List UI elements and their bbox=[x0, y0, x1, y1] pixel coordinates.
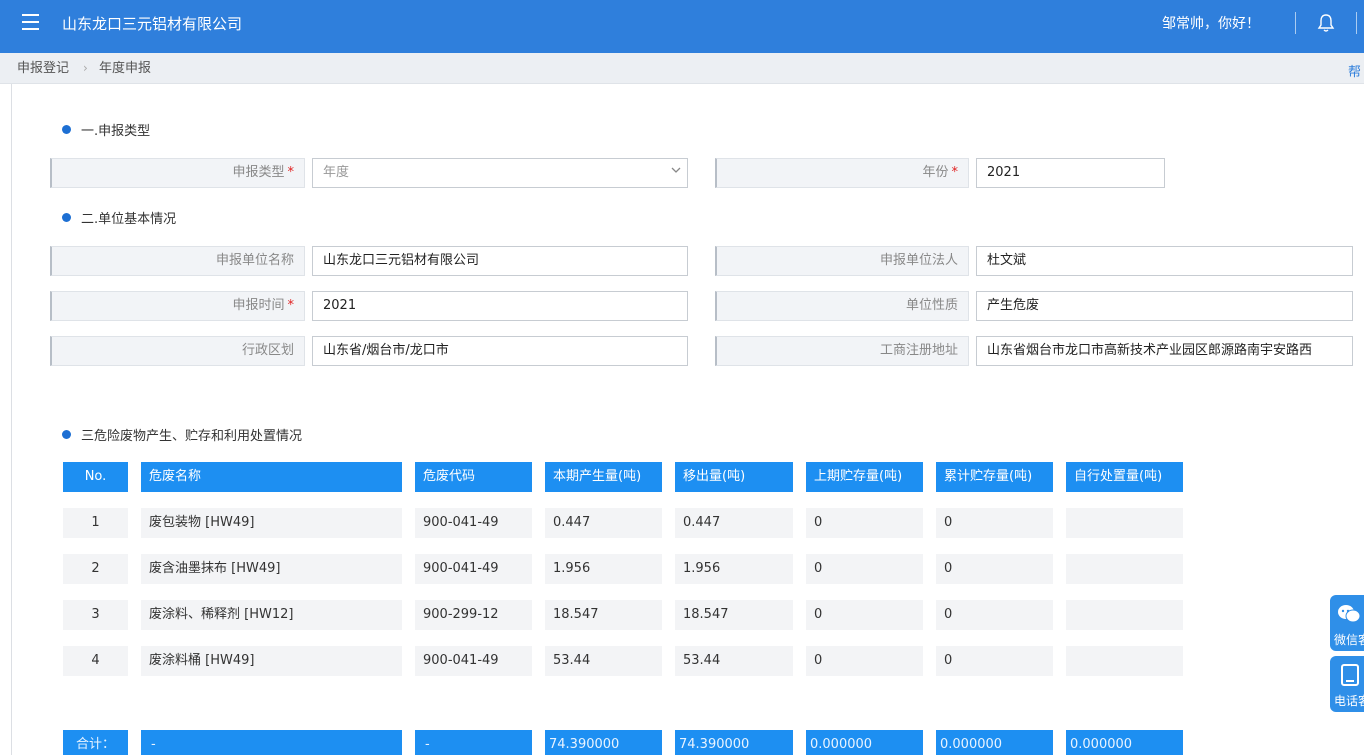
table-cell: 900-041-49 bbox=[415, 646, 532, 676]
app-title: 山东龙口三元铝材有限公司 bbox=[62, 15, 243, 33]
address-label: 工商注册地址 bbox=[715, 336, 969, 366]
table-cell: 900-041-49 bbox=[415, 554, 532, 584]
total-cell: 74.390000 bbox=[545, 730, 662, 755]
menu-icon[interactable] bbox=[22, 14, 42, 34]
table-cell: 0 bbox=[806, 508, 923, 538]
section-title-report-type: 一.申报类型 bbox=[62, 124, 150, 140]
top-bar: 山东龙口三元铝材有限公司 邹常帅，你好！ bbox=[0, 0, 1364, 53]
total-cell: 0.000000 bbox=[1066, 730, 1183, 755]
wechat-service-label: 微信客服 bbox=[1334, 633, 1364, 647]
table-cell: 废涂料、稀释剂 [HW12] bbox=[141, 600, 402, 630]
table-cell: 18.547 bbox=[545, 600, 662, 630]
col-header-produced: 本期产生量(吨) bbox=[545, 462, 662, 492]
legal-person-label: 申报单位法人 bbox=[715, 246, 969, 276]
col-header-name: 危废名称 bbox=[141, 462, 402, 492]
table-cell: 0 bbox=[936, 508, 1053, 538]
col-header-code: 危废代码 bbox=[415, 462, 532, 492]
bullet-icon bbox=[62, 430, 71, 439]
table-cell bbox=[1066, 600, 1183, 630]
table-cell: 1 bbox=[63, 508, 128, 538]
table-cell: 0 bbox=[936, 646, 1053, 676]
table-cell: 900-041-49 bbox=[415, 508, 532, 538]
breadcrumb-separator: › bbox=[83, 61, 88, 75]
table-cell: 废涂料桶 [HW49] bbox=[141, 646, 402, 676]
wechat-service-button[interactable]: 微信客服 bbox=[1330, 595, 1364, 651]
table-cell: 1.956 bbox=[545, 554, 662, 584]
breadcrumb: 申报登记 › 年度申报 帮 bbox=[0, 53, 1364, 84]
unit-nature-label: 单位性质 bbox=[715, 291, 969, 321]
unit-nature-input[interactable]: 产生危废 bbox=[976, 291, 1353, 321]
year-input[interactable]: 2021 bbox=[976, 158, 1165, 188]
table-cell: 3 bbox=[63, 600, 128, 630]
bell-icon[interactable] bbox=[1317, 13, 1335, 33]
table-cell: 900-299-12 bbox=[415, 600, 532, 630]
table-cell bbox=[1066, 646, 1183, 676]
header-divider bbox=[1356, 12, 1357, 34]
content-border bbox=[11, 84, 12, 755]
table-cell: 4 bbox=[63, 646, 128, 676]
report-time-input[interactable]: 2021 bbox=[312, 291, 688, 321]
total-label: 合计： bbox=[63, 730, 128, 755]
total-cell: - bbox=[141, 730, 402, 755]
phone-service-label: 电话客服 bbox=[1334, 694, 1364, 708]
table-cell: 废含油墨抹布 [HW49] bbox=[141, 554, 402, 584]
wechat-icon bbox=[1338, 605, 1361, 623]
table-cell: 1.956 bbox=[675, 554, 793, 584]
region-input[interactable]: 山东省/烟台市/龙口市 bbox=[312, 336, 688, 366]
breadcrumb-item-register[interactable]: 申报登记 bbox=[17, 61, 69, 77]
table-cell: 0.447 bbox=[675, 508, 793, 538]
year-label: 年份 * bbox=[715, 158, 969, 188]
table-cell: 2 bbox=[63, 554, 128, 584]
bullet-icon bbox=[62, 125, 71, 134]
table-cell: 18.547 bbox=[675, 600, 793, 630]
section-title-unit-info: 二.单位基本情况 bbox=[62, 212, 176, 228]
total-cell: - bbox=[415, 730, 532, 755]
total-cell: 74.390000 bbox=[675, 730, 793, 755]
col-header-prev-stock: 上期贮存量(吨) bbox=[806, 462, 923, 492]
report-time-label: 申报时间 * bbox=[50, 291, 305, 321]
total-cell: 0.000000 bbox=[936, 730, 1053, 755]
table-cell: 0 bbox=[936, 600, 1053, 630]
phone-icon bbox=[1341, 664, 1359, 686]
chevron-down-icon bbox=[671, 167, 681, 173]
table-cell: 53.44 bbox=[675, 646, 793, 676]
breadcrumb-item-annual[interactable]: 年度申报 bbox=[99, 61, 151, 77]
region-label: 行政区划 bbox=[50, 336, 305, 366]
legal-person-input[interactable]: 杜文斌 bbox=[976, 246, 1353, 276]
header-divider bbox=[1295, 12, 1296, 34]
table-cell bbox=[1066, 554, 1183, 584]
table-cell: 废包装物 [HW49] bbox=[141, 508, 402, 538]
user-greeting[interactable]: 邹常帅，你好！ bbox=[1162, 14, 1260, 34]
report-type-select[interactable]: 年度 bbox=[312, 158, 688, 188]
table-cell: 0 bbox=[936, 554, 1053, 584]
table-cell bbox=[1066, 508, 1183, 538]
phone-service-button[interactable]: 电话客服 bbox=[1330, 656, 1364, 712]
help-link[interactable]: 帮 bbox=[1348, 61, 1361, 80]
table-cell: 0 bbox=[806, 600, 923, 630]
report-type-label: 申报类型 * bbox=[50, 158, 305, 188]
unit-name-input[interactable]: 山东龙口三元铝材有限公司 bbox=[312, 246, 688, 276]
col-header-no: No. bbox=[63, 462, 128, 492]
table-cell: 0 bbox=[806, 554, 923, 584]
total-cell: 0.000000 bbox=[806, 730, 923, 755]
table-cell: 0 bbox=[806, 646, 923, 676]
col-header-cumulative-stock: 累计贮存量(吨) bbox=[936, 462, 1053, 492]
bullet-icon bbox=[62, 213, 71, 222]
col-header-transferred: 移出量(吨) bbox=[675, 462, 793, 492]
table-cell: 53.44 bbox=[545, 646, 662, 676]
section-title-hazardous-waste: 三危险废物产生、贮存和利用处置情况 bbox=[62, 429, 302, 445]
col-header-self-disposal: 自行处置量(吨) bbox=[1066, 462, 1183, 492]
table-cell: 0.447 bbox=[545, 508, 662, 538]
unit-name-label: 申报单位名称 bbox=[50, 246, 305, 276]
address-input[interactable]: 山东省烟台市龙口市高新技术产业园区郎源路南宇安路西 bbox=[976, 336, 1353, 366]
